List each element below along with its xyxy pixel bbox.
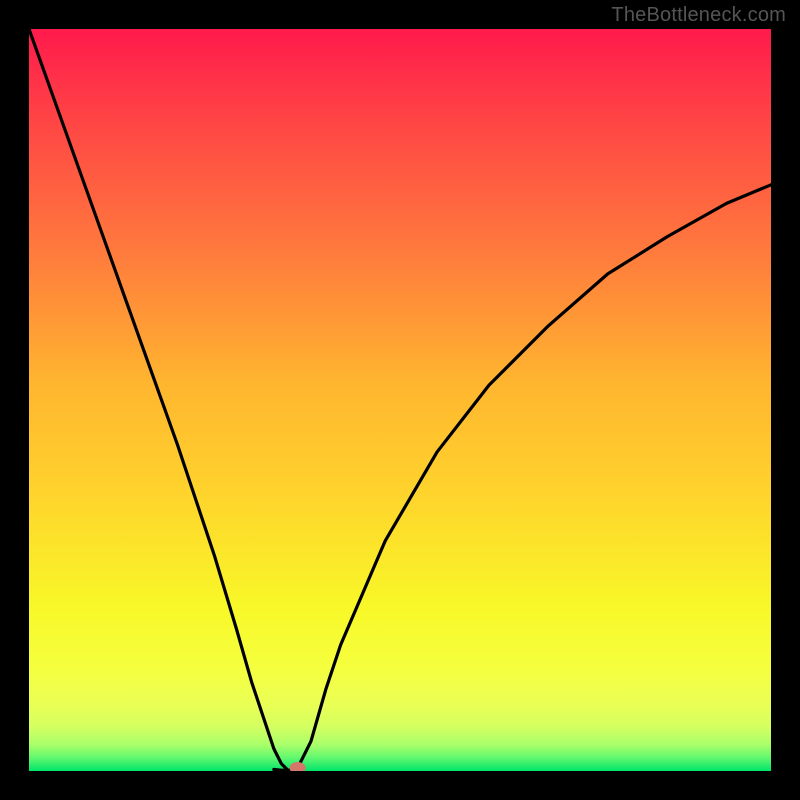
bottleneck-chart <box>29 29 771 771</box>
gradient-background <box>29 29 771 771</box>
chart-frame: TheBottleneck.com <box>0 0 800 800</box>
plot-area <box>29 29 771 771</box>
watermark-text: TheBottleneck.com <box>611 4 786 27</box>
